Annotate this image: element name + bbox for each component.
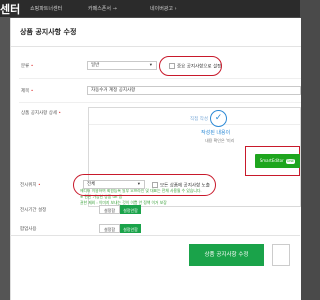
category-label: 분류 •	[21, 64, 34, 69]
divider	[89, 124, 300, 125]
highlight-annotation	[73, 174, 216, 196]
display-period-on-button[interactable]: 설정함	[99, 205, 120, 214]
nav-link-naver-ads[interactable]: 네이버광고 ›	[150, 5, 177, 12]
divider	[11, 46, 301, 47]
subject-input[interactable]: 자동수거 계정 공지사항	[87, 86, 301, 95]
category-select[interactable]: 일반 ▾	[87, 61, 157, 70]
subject-label: 제목 •	[21, 89, 34, 94]
display-scope-label: 전시위치 •	[20, 183, 41, 188]
chevron-down-icon: ▾	[149, 63, 152, 68]
background-page	[0, 17, 10, 300]
divider	[19, 102, 301, 103]
body-label: 상품 공지사항 상세 •	[21, 111, 62, 116]
brand-label: 센터	[0, 3, 21, 16]
tab-direct-write[interactable]: 직접 작성	[190, 116, 208, 122]
display-period-off-button[interactable]: 설정안함	[120, 205, 141, 214]
modal-title: 상품 공지사항 수정	[20, 28, 77, 36]
nav-link-shopping-partner[interactable]: 쇼핑파트너센터	[30, 5, 62, 12]
written-content-text: 작성된 내용이	[201, 130, 231, 136]
divider	[10, 235, 300, 236]
popup-off-button[interactable]: 설정안함	[120, 224, 141, 233]
display-period-label: 전시기간 설정	[20, 208, 47, 213]
highlight-annotation	[159, 56, 222, 76]
popup-label: 팝업사용	[20, 227, 37, 232]
nav-link-cafe-sponsor[interactable]: 카페스폰서 →	[88, 5, 117, 12]
submit-notice-button[interactable]: 상품 공지사항 수정	[189, 244, 264, 266]
preview-hint-text: 내용 확인은 '미리	[205, 138, 235, 143]
popup-on-button[interactable]: 설정함	[99, 224, 120, 233]
top-navigation-bar: 센터 쇼핑파트너센터 카페스폰서 → 네이버광고 ›	[0, 0, 300, 17]
smarteditor-button[interactable]: SmartEditor ONE	[255, 154, 300, 168]
smarteditor-badge: ONE	[285, 159, 296, 164]
cancel-button[interactable]	[272, 244, 290, 266]
check-icon: ✓	[210, 110, 227, 127]
divider	[19, 78, 301, 79]
